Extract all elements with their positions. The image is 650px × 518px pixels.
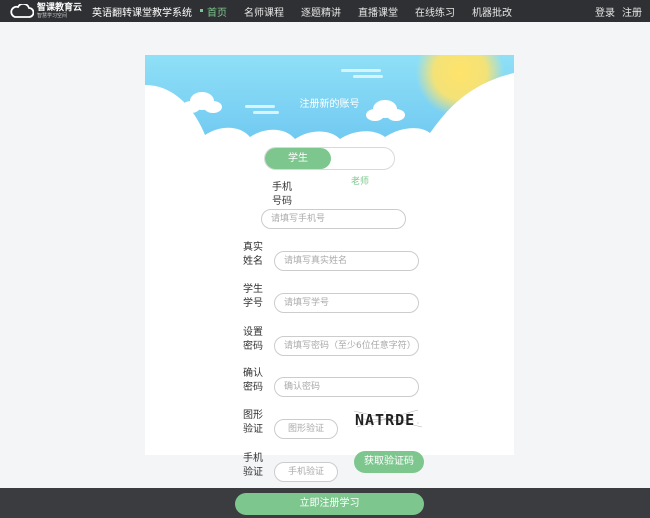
phone-input[interactable]: 请填写手机号: [261, 209, 406, 229]
student-id-label: 学生学号: [243, 284, 263, 309]
captcha-image-text: NATRDE: [355, 411, 415, 429]
captcha-input[interactable]: 图形验证: [274, 419, 338, 439]
role-teacher-option[interactable]: 老师: [351, 174, 391, 187]
name-label: 真实姓名: [243, 242, 263, 267]
nav-item-teacher-courses[interactable]: 名师课程: [244, 4, 284, 19]
confirm-password-label: 确认密码: [243, 368, 263, 393]
logo[interactable]: 智课教育云 智慧学习空间: [10, 2, 82, 20]
main-nav: 首页 名师课程 逐题精讲 直播课堂 在线练习 机器批改: [200, 4, 529, 19]
cloud-logo-icon: [10, 4, 34, 18]
logo-sub-text: 智慧学习空间: [37, 12, 68, 19]
system-title: 英语翻转课堂教学系统: [92, 8, 192, 19]
nav-item-question-explain[interactable]: 逐题精讲: [301, 4, 341, 19]
confirm-password-input[interactable]: 确认密码: [274, 377, 419, 397]
role-student-option[interactable]: 学生: [265, 148, 331, 169]
password-label: 设置密码: [243, 327, 263, 352]
get-code-button[interactable]: 获取验证码: [354, 451, 424, 473]
nav-item-live-class[interactable]: 直播课堂: [358, 4, 398, 19]
captcha-image[interactable]: NATRDE: [352, 407, 424, 431]
submit-register-button[interactable]: 立即注册学习: [235, 493, 424, 515]
logo-main-text: 智课教育云: [37, 2, 83, 13]
password-input[interactable]: 请填写密码（至少6位任意字符）: [274, 336, 419, 356]
register-title: 注册新的账号: [299, 99, 360, 110]
register-link[interactable]: 注册: [622, 4, 642, 19]
nav-item-machine-grading[interactable]: 机器批改: [472, 4, 512, 19]
name-input[interactable]: 请填写真实姓名: [274, 251, 419, 271]
nav-item-online-practice[interactable]: 在线练习: [415, 4, 455, 19]
sms-input[interactable]: 手机验证: [274, 462, 338, 482]
phone-label: 手机号码: [272, 182, 292, 207]
role-toggle[interactable]: 学生 老师: [264, 147, 395, 187]
sms-label: 手机验证: [243, 453, 263, 478]
top-navbar: 智课教育云 智慧学习空间 英语翻转课堂教学系统 首页 名师课程 逐题精讲 直播课…: [0, 0, 650, 22]
captcha-label: 图形验证: [243, 410, 263, 435]
student-id-input[interactable]: 请填写学号: [274, 293, 419, 313]
auth-links: 登录 注册: [595, 4, 642, 19]
login-link[interactable]: 登录: [595, 4, 615, 19]
sky-banner: 注册新的账号: [145, 55, 514, 150]
nav-item-home[interactable]: 首页: [200, 4, 227, 19]
